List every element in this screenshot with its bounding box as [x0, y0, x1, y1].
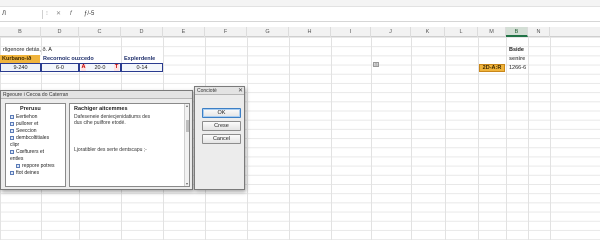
tree-item[interactable]: Seeccion [10, 128, 37, 134]
details-text: dus cihe puilfore etodé. [74, 120, 126, 126]
column-header[interactable]: G [247, 27, 289, 37]
sheet-title-cell[interactable]: rligenore detás, ð. A [3, 46, 83, 54]
grid-line [506, 37, 507, 240]
column-header[interactable]: L [445, 27, 478, 37]
data-cell[interactable]: 6-0 [41, 64, 79, 72]
scroll-down-icon[interactable]: ▾ [185, 182, 189, 186]
header-cell-expected[interactable]: Explerdenle [122, 55, 163, 63]
grid-line [550, 37, 551, 240]
tree-item[interactable]: Eertiehon [10, 114, 37, 120]
column-header[interactable]: H [289, 27, 331, 37]
name-box[interactable]: Л [1, 10, 43, 19]
column-header-active[interactable]: B [506, 27, 528, 37]
formula-bar-separator: ⁝ [46, 11, 48, 17]
tree-item[interactable]: dembcoltitiales [10, 135, 49, 141]
tree-item[interactable]: ftot deines [10, 170, 39, 176]
flag-marker-a: A [81, 64, 86, 71]
grid-line [289, 37, 290, 240]
column-header[interactable]: F [205, 27, 247, 37]
formula-bar: Л ⁝ ✕ f ƒ/-5 [0, 7, 600, 22]
close-icon[interactable]: ✕ [238, 87, 243, 95]
right-value-cell[interactable]: 1266-6 [509, 64, 526, 72]
column-header[interactable]: E [163, 27, 205, 37]
dialog-title[interactable]: Rgeoure i Cecoa do Caterran [1, 91, 192, 99]
options-dialog: Rgeoure i Cecoa do Caterran Prerusu Eert… [0, 90, 193, 190]
folder-icon [10, 114, 14, 119]
confirm-dialog-title[interactable]: Conciotè [195, 87, 244, 95]
grid-line [528, 37, 529, 240]
flag-marker-t: T [114, 64, 119, 71]
scroll-thumb[interactable] [186, 120, 189, 132]
column-header[interactable]: N [528, 27, 550, 37]
folder-icon [10, 121, 14, 126]
ok-button[interactable]: OK [202, 108, 241, 118]
confirm-dialog: Conciotè ✕ OK Crese Cancel [194, 86, 245, 190]
data-cell[interactable]: A 20·0 T [79, 64, 121, 72]
folder-icon [10, 128, 14, 133]
details-scrollbar[interactable]: ▴ ▾ [184, 104, 189, 186]
column-header[interactable]: B [0, 27, 41, 37]
column-header[interactable]: M [478, 27, 506, 37]
formula-input[interactable]: ƒ/-5 [84, 10, 594, 19]
tree-item[interactable]: entles [10, 156, 23, 162]
cancel-button[interactable]: Cancel [202, 134, 241, 144]
details-text: Ljoratibler des serte dentscapu ;- [74, 147, 147, 153]
ribbon-strip [0, 0, 600, 7]
folder-icon [10, 170, 14, 175]
cell-marker-icon[interactable]: ⊞ [373, 62, 379, 67]
column-header-row: B D C D E F G H I J K L M B N [0, 27, 600, 37]
header-cell-id[interactable]: Kurbano-ið [0, 55, 40, 63]
grid-line [371, 37, 372, 240]
folder-icon [10, 149, 14, 154]
right-subheader-cell[interactable]: senire [509, 55, 525, 63]
category-list-heading: Prerusu [20, 106, 41, 112]
insert-function-icon[interactable]: f [70, 10, 72, 19]
header-cell-recorded[interactable]: Recornoic ouzcedo [41, 55, 121, 63]
column-header[interactable]: D [41, 27, 79, 37]
right-header-cell[interactable]: Bside [509, 46, 524, 54]
column-header[interactable]: D [121, 27, 163, 37]
tree-item[interactable]: reppore potres [16, 163, 55, 169]
data-cell[interactable]: 9-240 [0, 64, 41, 72]
cancel-entry-icon[interactable]: ✕ [56, 10, 61, 19]
column-header[interactable]: I [331, 27, 371, 37]
create-button[interactable]: Crese [202, 121, 241, 131]
data-cell-value: 20·0 [94, 65, 106, 71]
grid-line [331, 37, 332, 240]
category-list-pane[interactable]: Prerusu Eertiehon pullorer et Seeccion d… [5, 103, 66, 187]
highlighted-cell-badge[interactable]: 2D-A:R [479, 64, 505, 72]
column-header[interactable]: C [79, 27, 121, 37]
tree-item[interactable]: clipr [10, 142, 19, 148]
folder-icon [16, 163, 20, 168]
grid-line [445, 37, 446, 240]
tree-item[interactable]: pullorer et [10, 121, 38, 127]
data-cell[interactable]: 0-14 [121, 64, 163, 72]
grid-line [247, 37, 248, 240]
tree-item[interactable]: Cœfturers et [10, 149, 44, 155]
details-heading: Rachiger aitcemmes [74, 106, 128, 112]
grid-line [411, 37, 412, 240]
folder-icon [10, 135, 14, 140]
details-pane[interactable]: Rachiger aitcemmes Dafeseneie deniecjeni… [69, 103, 190, 187]
column-header[interactable]: J [371, 27, 411, 37]
scroll-up-icon[interactable]: ▴ [185, 104, 189, 108]
column-header[interactable]: K [411, 27, 445, 37]
